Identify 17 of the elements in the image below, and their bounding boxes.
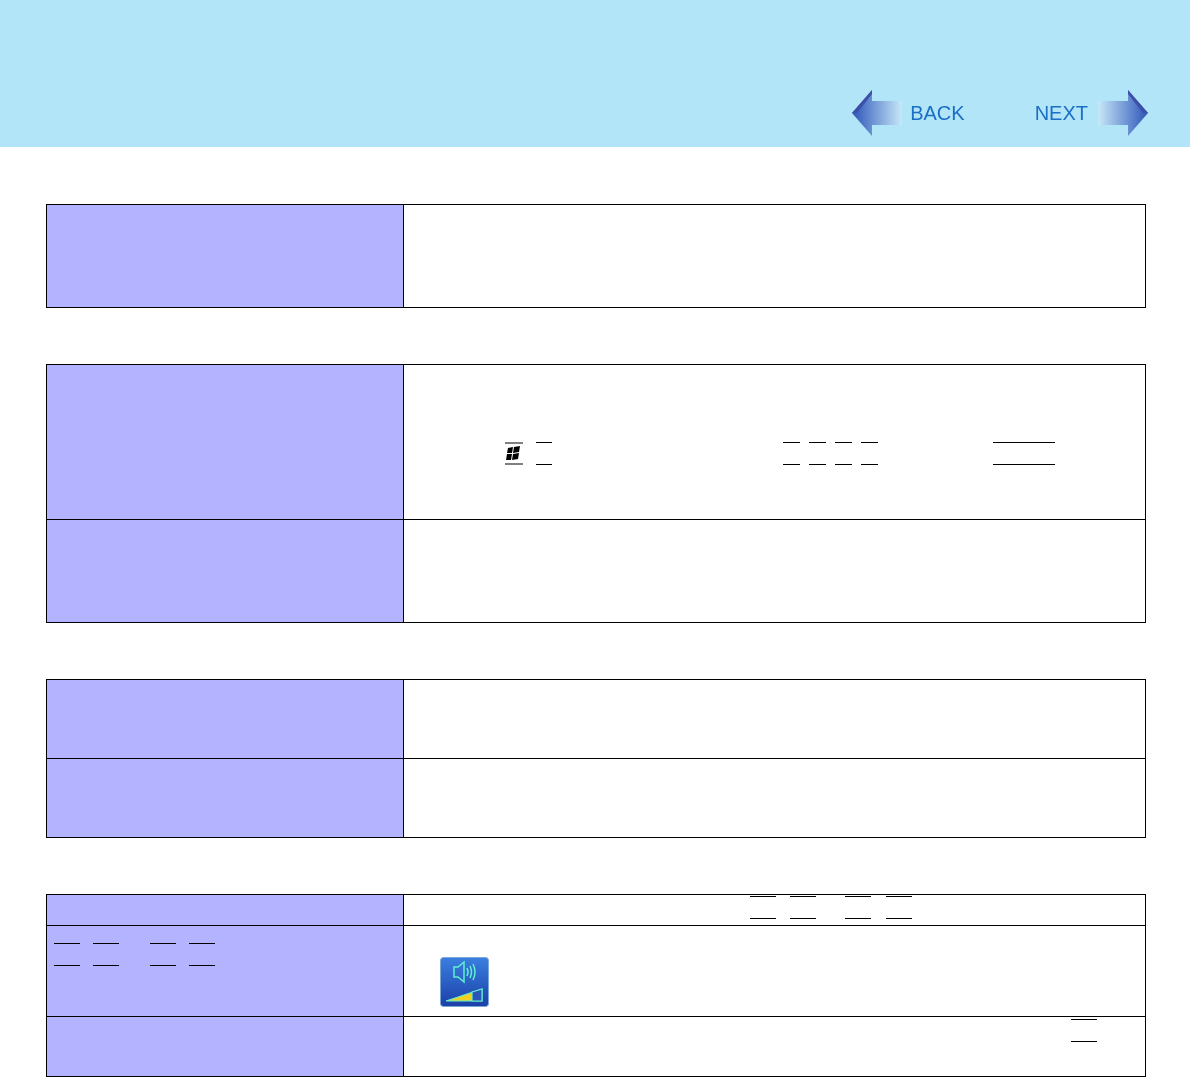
- right-arrow-icon: [1098, 90, 1148, 136]
- key-cap-outline: [809, 442, 826, 465]
- speaker-volume-icon: [440, 957, 489, 1007]
- key-cap-outline: [54, 943, 80, 966]
- key-cap-outline: [1071, 1019, 1097, 1042]
- key-cap-outline: [835, 442, 852, 465]
- key-cap-outline: [536, 442, 552, 465]
- key-cap-outline: [783, 442, 800, 465]
- key-cap-outline: [993, 442, 1055, 465]
- key-cap-outline: [150, 943, 176, 966]
- key-cap-outline: [189, 943, 215, 966]
- next-link[interactable]: NEXT: [1034, 90, 1148, 136]
- key-cap-outline: [861, 442, 878, 465]
- left-arrow-icon: [852, 90, 903, 136]
- windows-key-icon: [505, 442, 523, 465]
- back-link[interactable]: BACK: [852, 90, 965, 136]
- key-cap-outline: [93, 943, 119, 966]
